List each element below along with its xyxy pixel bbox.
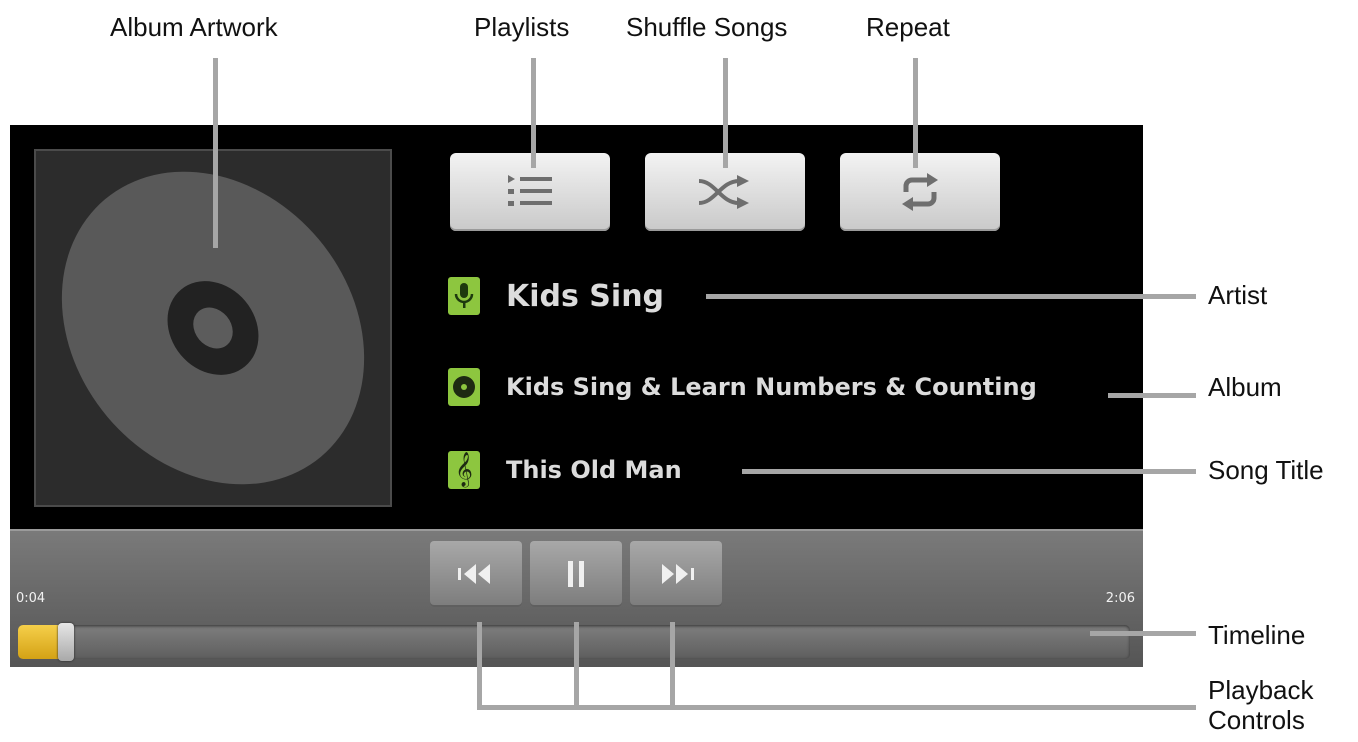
leader-repeat xyxy=(913,58,918,168)
leader-playlists xyxy=(531,58,536,168)
callout-album: Album xyxy=(1208,372,1282,402)
microphone-icon xyxy=(448,277,480,315)
pause-icon xyxy=(568,561,584,587)
artist-row: Kids Sing xyxy=(448,277,664,315)
artist-name: Kids Sing xyxy=(506,278,665,314)
music-player-screen: Kids Sing Kids Sing & Learn Numbers & Co… xyxy=(10,125,1143,667)
callout-playback-controls-line1: Playback xyxy=(1208,675,1314,705)
callout-artist: Artist xyxy=(1208,280,1268,310)
repeat-icon xyxy=(902,173,938,211)
leader-playback-controls xyxy=(477,705,1196,710)
callout-playback-controls: Playback Controls xyxy=(1208,675,1314,735)
next-button[interactable] xyxy=(630,541,722,607)
callout-playback-controls-line2: Controls xyxy=(1208,705,1305,736)
callout-timeline: Timeline xyxy=(1208,620,1306,650)
playlist-icon xyxy=(508,175,552,206)
leader-playback-previous xyxy=(477,622,482,710)
callout-playlists: Playlists xyxy=(474,12,570,42)
callout-album-artwork: Album Artwork xyxy=(110,12,278,42)
next-icon xyxy=(662,564,694,584)
pause-button[interactable] xyxy=(530,541,622,607)
album-row: Kids Sing & Learn Numbers & Counting xyxy=(448,368,1037,406)
previous-button[interactable] xyxy=(430,541,522,607)
leader-artist xyxy=(706,294,1196,299)
disc-icon xyxy=(448,368,480,406)
leader-album-artwork xyxy=(213,58,218,248)
leader-playback-pause xyxy=(574,622,579,710)
leader-album xyxy=(1108,393,1196,398)
timeline-thumb[interactable] xyxy=(58,623,74,661)
song-title-row: 𝄞 This Old Man xyxy=(448,451,682,489)
callout-repeat: Repeat xyxy=(866,12,950,42)
leader-song-title xyxy=(742,469,1196,474)
total-duration: 2:06 xyxy=(1105,591,1135,606)
leader-timeline xyxy=(1090,631,1196,636)
leader-playback-next xyxy=(670,622,675,710)
callout-shuffle-songs: Shuffle Songs xyxy=(626,12,788,42)
repeat-button[interactable] xyxy=(840,153,1000,231)
song-title: This Old Man xyxy=(506,456,682,484)
shuffle-icon xyxy=(698,175,749,209)
treble-clef-icon: 𝄞 xyxy=(448,451,480,489)
leader-shuffle-songs xyxy=(723,58,728,168)
previous-icon xyxy=(458,564,490,584)
album-name: Kids Sing & Learn Numbers & Counting xyxy=(506,373,1037,401)
elapsed-time: 0:04 xyxy=(16,591,46,606)
callout-song-title: Song Title xyxy=(1208,455,1324,485)
timeline-progress xyxy=(18,625,62,659)
playlists-button[interactable] xyxy=(450,153,610,231)
